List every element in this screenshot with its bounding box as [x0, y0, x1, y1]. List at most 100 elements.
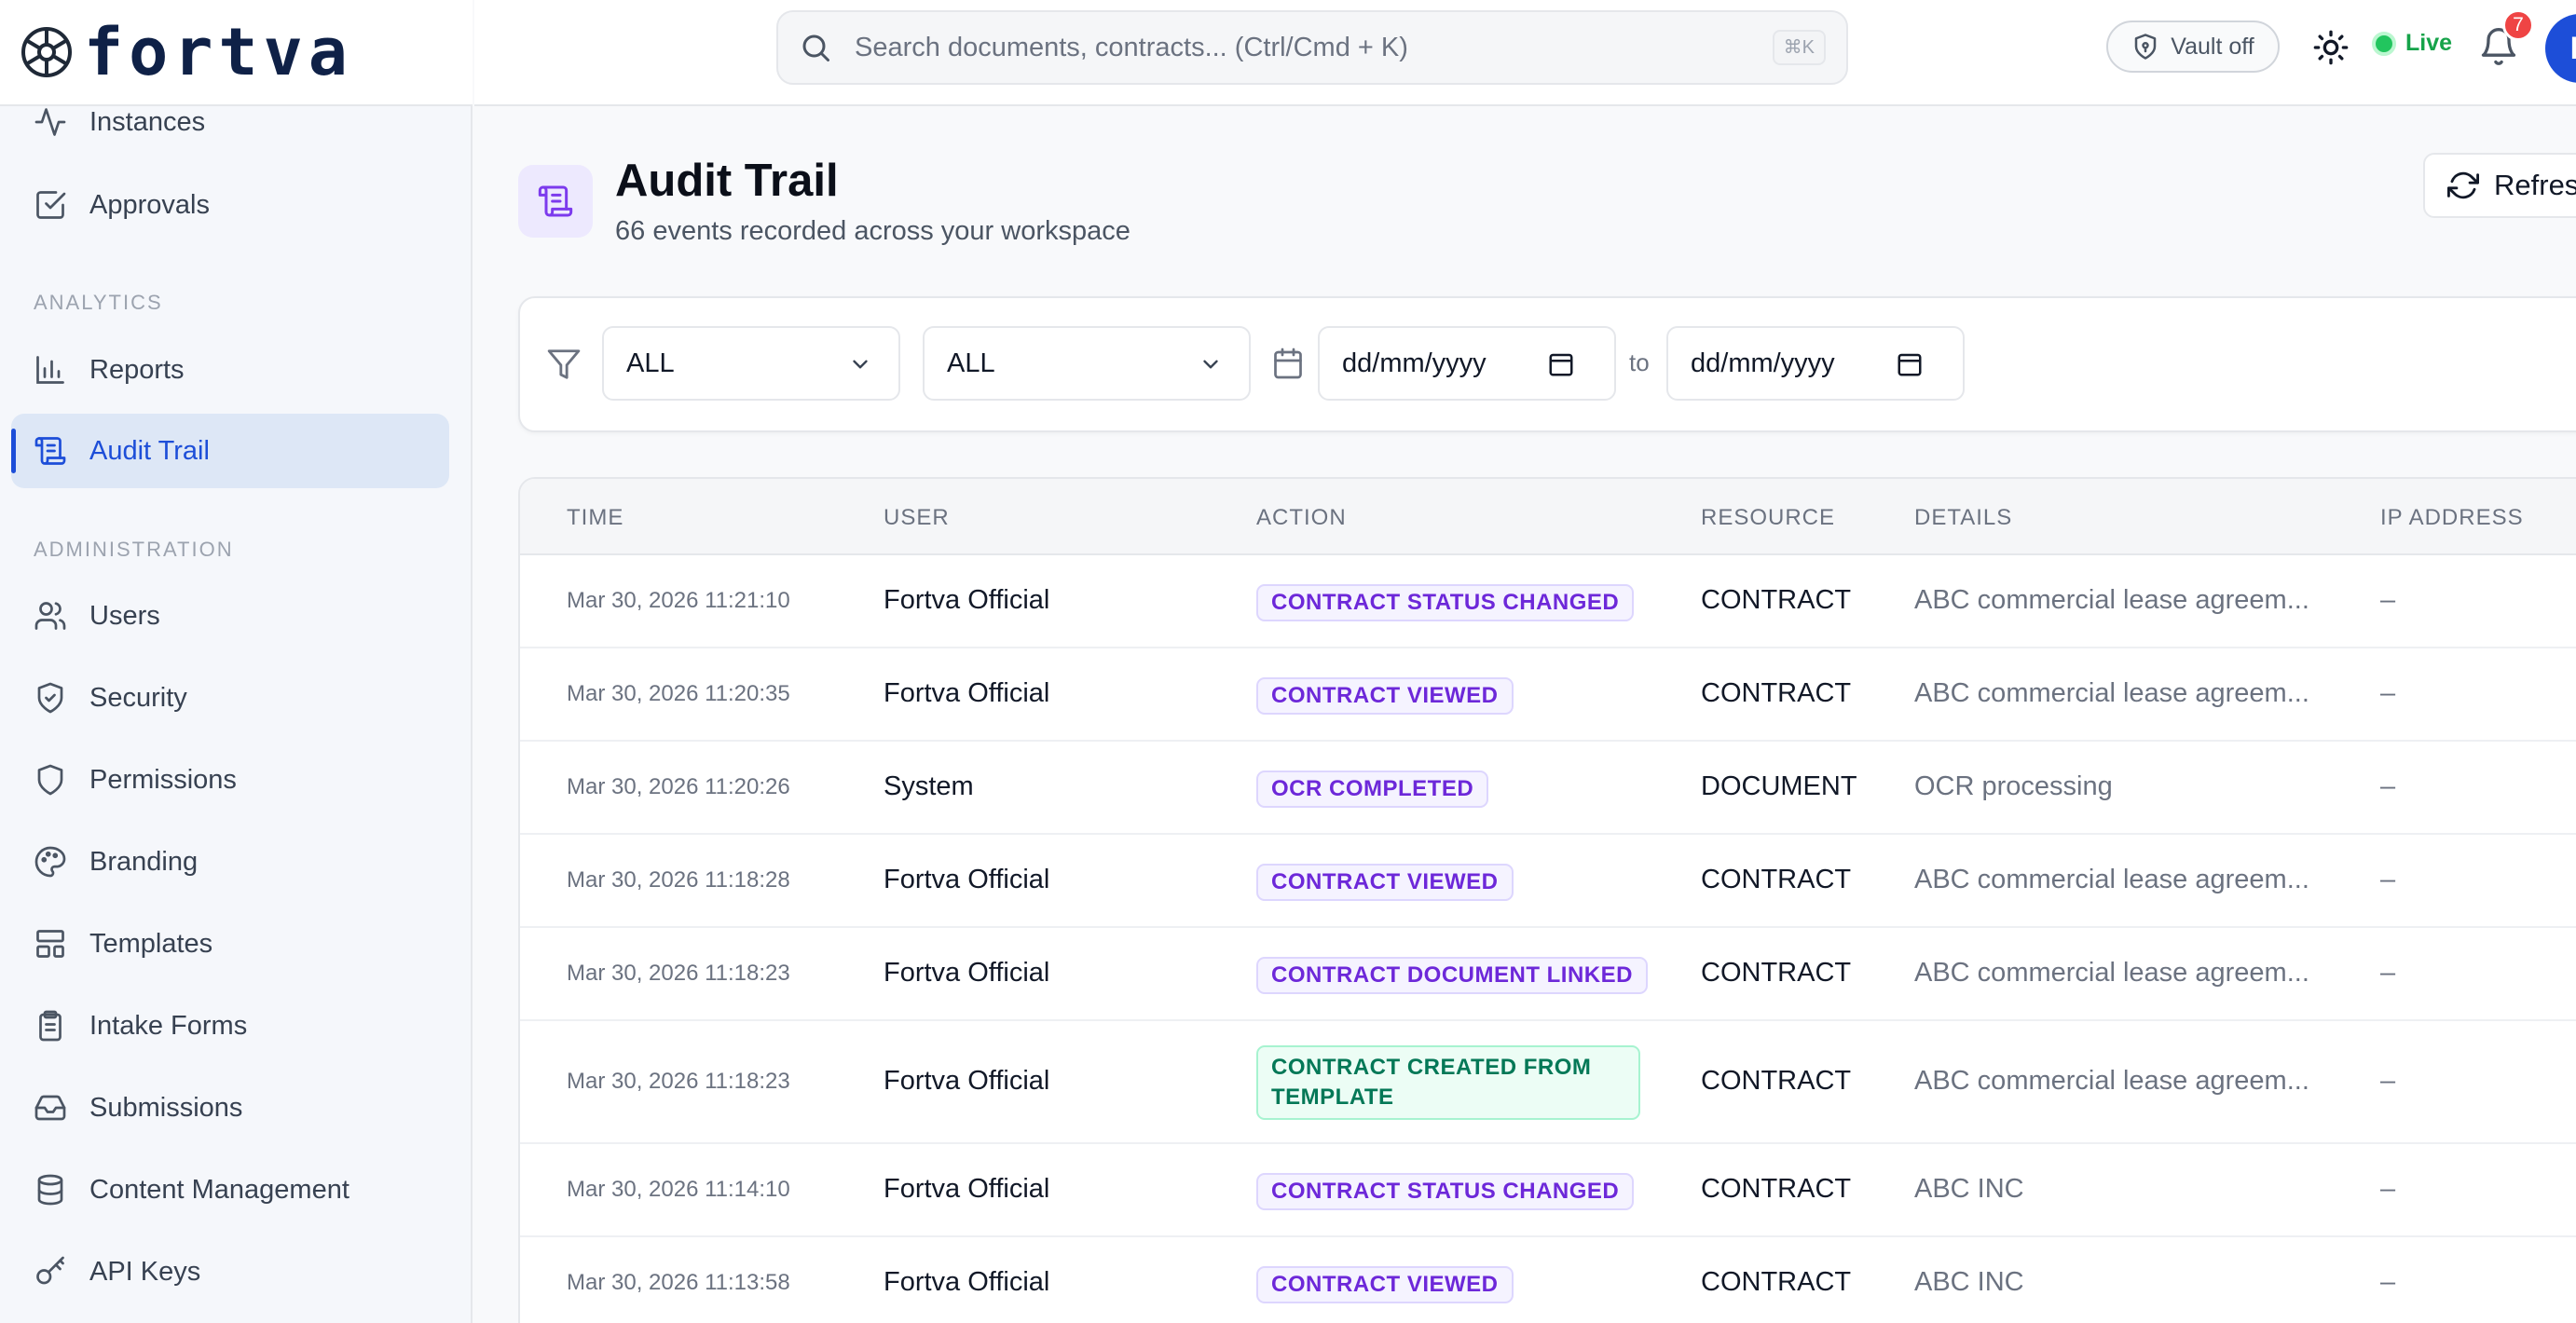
sidebar-item-content-management[interactable]: Content Management	[11, 1153, 449, 1227]
cell-user: Fortva Official	[884, 678, 1050, 708]
page-subtitle: 66 events recorded across your workspace	[615, 216, 1130, 246]
layout-icon	[36, 930, 64, 958]
table-row[interactable]: Mar 30, 2026 11:20:26 System OCR COMPLET…	[520, 742, 2576, 835]
resource-filter-select[interactable]: ALL	[923, 326, 1251, 401]
table-row[interactable]: Mar 30, 2026 11:14:10 Fortva Official CO…	[520, 1144, 2576, 1237]
sidebar-item-security[interactable]: Security	[11, 661, 449, 735]
table-row[interactable]: Mar 30, 2026 11:18:23 Fortva Official CO…	[520, 928, 2576, 1021]
section-administration: ADMINISTRATION	[34, 538, 234, 561]
palette-icon	[34, 846, 66, 878]
cell-user: Fortva Official	[884, 1174, 1050, 1204]
column-header-details[interactable]: DETAILS	[1914, 505, 2012, 531]
sidebar-item-label: Approvals	[89, 189, 210, 220]
table-row[interactable]: Mar 30, 2026 11:13:58 Fortva Official CO…	[520, 1237, 2576, 1323]
column-header-time[interactable]: TIME	[567, 505, 623, 531]
sidebar-item-users[interactable]: Users	[11, 579, 449, 653]
cell-resource: CONTRACT	[1701, 1267, 1852, 1297]
table-row[interactable]: Mar 30, 2026 11:20:35 Fortva Official CO…	[520, 648, 2576, 742]
cell-user: Fortva Official	[884, 958, 1050, 988]
table-row[interactable]: Mar 30, 2026 11:21:10 Fortva Official CO…	[520, 555, 2576, 648]
table-row[interactable]: Mar 30, 2026 11:18:23 Fortva Official CO…	[520, 1021, 2576, 1144]
live-status: Live	[2372, 30, 2452, 57]
shortcut-hint: ⌘K	[1772, 30, 1826, 65]
cell-resource: DOCUMENT	[1701, 771, 1857, 801]
shield-check-icon	[37, 682, 63, 714]
cell-resource: CONTRACT	[1701, 865, 1852, 894]
page-icon	[518, 165, 593, 238]
cell-ip: –	[2380, 678, 2396, 708]
sidebar-item-label: Reports	[89, 354, 185, 385]
refresh-button[interactable]: Refresh	[2423, 153, 2576, 218]
global-search[interactable]: ⌘K	[776, 10, 1848, 85]
sidebar-item-label: Content Management	[89, 1174, 349, 1205]
cell-ip: –	[2380, 1174, 2396, 1204]
sidebar-item-approvals[interactable]: Approvals	[11, 168, 449, 242]
sidebar-item-audit-trail[interactable]: Audit Trail	[11, 414, 449, 488]
cell-details: ABC commercial lease agreem...	[1914, 958, 2309, 988]
cell-time: Mar 30, 2026 11:13:58	[567, 1270, 790, 1295]
check-square-icon	[36, 191, 66, 219]
cell-resource: CONTRACT	[1701, 1066, 1852, 1096]
sidebar-item-templates[interactable]: Templates	[11, 907, 449, 981]
sidebar-item-intake-forms[interactable]: Intake Forms	[11, 989, 449, 1063]
action-badge: CONTRACT CREATED FROM TEMPLATE	[1256, 1045, 1640, 1120]
sidebar-item-api-keys[interactable]: API Keys	[11, 1234, 449, 1309]
shield-icon	[37, 764, 63, 796]
filter-icon	[547, 349, 581, 379]
cell-details: ABC INC	[1914, 1267, 2024, 1297]
sidebar-item-instances[interactable]: Instances	[11, 85, 449, 159]
calendar-picker-icon[interactable]	[1547, 350, 1575, 378]
search-icon	[802, 34, 829, 61]
date-from-field[interactable]: dd/mm/yyyy	[1318, 326, 1616, 401]
column-header-action[interactable]: ACTION	[1256, 505, 1347, 531]
cell-details: ABC commercial lease agreem...	[1914, 1066, 2309, 1096]
sidebar-item-label: Branding	[89, 846, 199, 877]
table-header: TIME USER ACTION RESOURCE DETAILS IP ADD…	[520, 479, 2576, 555]
cell-details: ABC INC	[1914, 1174, 2024, 1204]
action-filter-select[interactable]: ALL	[602, 326, 900, 401]
column-header-resource[interactable]: RESOURCE	[1701, 505, 1835, 531]
sidebar-item-reports[interactable]: Reports	[11, 333, 449, 407]
scroll-icon	[34, 437, 66, 465]
brand-name: fortva	[84, 14, 353, 90]
cell-ip: –	[2380, 585, 2396, 615]
cell-resource: CONTRACT	[1701, 1174, 1852, 1204]
section-analytics: ANALYTICS	[34, 291, 163, 314]
cell-details: ABC commercial lease agreem...	[1914, 865, 2309, 894]
shield-lock-icon	[2135, 34, 2157, 60]
date-to-field[interactable]: dd/mm/yyyy	[1666, 326, 1965, 401]
cell-resource: CONTRACT	[1701, 678, 1852, 708]
column-header-user[interactable]: USER	[884, 505, 950, 531]
fortva-logo-icon	[21, 27, 72, 77]
calendar-icon	[1274, 348, 1302, 379]
cell-time: Mar 30, 2026 11:18:23	[567, 1069, 790, 1094]
cell-time: Mar 30, 2026 11:21:10	[567, 588, 790, 613]
vault-label: Vault off	[2171, 33, 2254, 60]
sun-icon[interactable]	[2312, 29, 2350, 66]
key-icon	[36, 1256, 64, 1285]
action-badge: CONTRACT STATUS CHANGED	[1256, 1173, 1635, 1210]
cell-ip: –	[2380, 771, 2396, 801]
vault-toggle-button[interactable]: Vault off	[2106, 20, 2280, 73]
search-input[interactable]	[855, 32, 1693, 63]
cell-ip: –	[2380, 958, 2396, 988]
cell-ip: –	[2380, 1066, 2396, 1096]
column-header-ip-address[interactable]: IP ADDRESS	[2380, 505, 2524, 531]
refresh-icon	[2447, 171, 2479, 199]
table-row[interactable]: Mar 30, 2026 11:18:28 Fortva Official CO…	[520, 835, 2576, 928]
action-badge: OCR COMPLETED	[1256, 771, 1489, 808]
sidebar-item-submissions[interactable]: Submissions	[11, 1071, 449, 1145]
sidebar-item-permissions[interactable]: Permissions	[11, 743, 449, 817]
calendar-picker-icon[interactable]	[1896, 350, 1924, 378]
cell-user: Fortva Official	[884, 1066, 1050, 1096]
scroll-icon	[538, 185, 573, 217]
live-dot-icon	[2372, 31, 2396, 56]
page-title: Audit Trail	[615, 156, 839, 206]
action-badge: CONTRACT VIEWED	[1256, 864, 1514, 901]
avatar[interactable]: F	[2545, 14, 2576, 83]
action-badge: CONTRACT DOCUMENT LINKED	[1256, 957, 1648, 994]
users-icon	[34, 602, 66, 630]
cell-resource: CONTRACT	[1701, 958, 1852, 988]
notification-badge: 7	[2502, 9, 2534, 41]
sidebar-item-branding[interactable]: Branding	[11, 825, 449, 899]
